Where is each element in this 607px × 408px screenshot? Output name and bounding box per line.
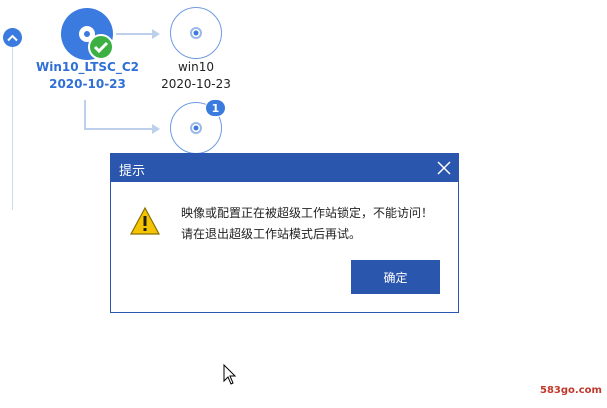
- watermark: 583go.com: [540, 385, 602, 396]
- ok-button[interactable]: 确定: [351, 260, 440, 294]
- disk-node-win10[interactable]: [170, 7, 222, 59]
- disk-icon: [170, 7, 222, 59]
- dialog-title: 提示: [119, 164, 146, 179]
- timeline-line: [12, 30, 13, 210]
- warning-icon: [129, 206, 161, 235]
- close-icon[interactable]: [436, 160, 452, 176]
- chevron-up-icon: [7, 34, 18, 41]
- node-name: win10: [177, 60, 215, 74]
- alert-dialog: 提示 映像或配置正在被超级工作站锁定，不能访问！ 请在退出超级工作站模式后再试。…: [110, 153, 459, 313]
- count-badge: 1: [205, 99, 226, 117]
- dialog-title-bar: [111, 154, 458, 182]
- mouse-cursor-icon: [223, 364, 237, 385]
- node-date: 2020-10-23: [161, 77, 231, 91]
- dialog-message-line1: 映像或配置正在被超级工作站锁定，不能访问！: [181, 206, 434, 220]
- dialog-message-line2: 请在退出超级工作站模式后再试。: [181, 227, 362, 241]
- collapse-button[interactable]: [3, 28, 22, 47]
